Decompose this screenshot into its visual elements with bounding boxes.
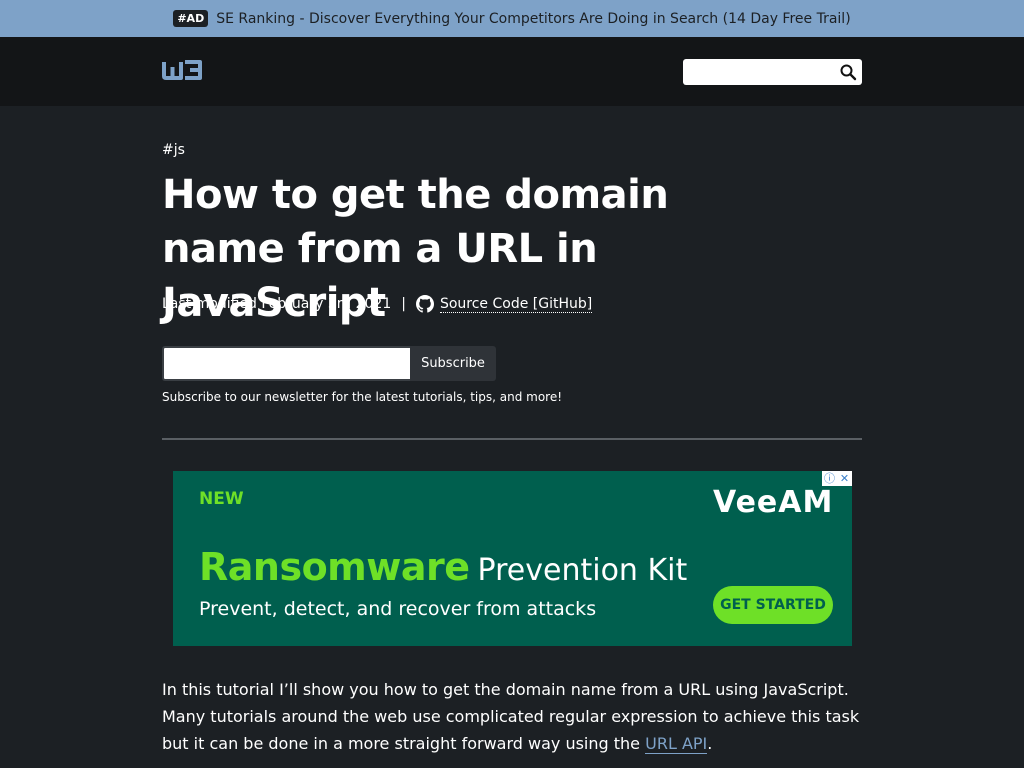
subscribe-button[interactable]: Subscribe [410, 346, 496, 381]
search-box [683, 59, 862, 85]
ad-new-badge: NEW [199, 489, 244, 509]
github-icon [415, 295, 434, 313]
ad-tag-badge: #AD [173, 10, 209, 27]
ad-close-icon[interactable]: ✕ [837, 471, 852, 486]
newsletter-email-input[interactable] [162, 346, 410, 381]
ad-headline-accent: Ransomware [199, 545, 470, 589]
w3-logo-icon[interactable] [162, 59, 204, 81]
ad-get-started-button[interactable]: GET STARTED [713, 586, 833, 624]
divider [162, 438, 862, 440]
ad-headline: Ransomware Prevention Kit [199, 545, 687, 589]
article-meta: Last modified February 3rd 2021 | Source… [162, 294, 593, 314]
ad-corner-controls: ⓘ ✕ [822, 471, 852, 486]
intro-paragraph: In this tutorial I’ll show you how to ge… [162, 676, 862, 757]
newsletter-note: Subscribe to our newsletter for the late… [162, 390, 563, 404]
url-api-link[interactable]: URL API [645, 734, 708, 754]
meta-separator: | [401, 296, 406, 312]
search-icon[interactable] [839, 63, 857, 81]
intro-text: In this tutorial I’ll show you how to ge… [162, 680, 860, 753]
site-header [0, 37, 1024, 106]
ad-headline-rest: Prevention Kit [477, 553, 688, 588]
intro-text-end: . [707, 734, 713, 753]
newsletter-form: Subscribe [162, 346, 496, 381]
last-modified-date: Last modified February 3rd 2021 [162, 296, 392, 312]
ad-subline: Prevent, detect, and recover from attack… [199, 598, 597, 620]
ad-brand-logo: VeeAM [713, 485, 834, 520]
ad-bar[interactable]: #AD SE Ranking - Discover Everything You… [0, 0, 1024, 37]
ad-info-icon[interactable]: ⓘ [822, 471, 837, 486]
source-code-link[interactable]: Source Code [GitHub] [439, 296, 593, 313]
ad-bar-link[interactable]: SE Ranking - Discover Everything Your Co… [216, 11, 850, 27]
search-input[interactable] [683, 59, 833, 85]
article-tag-link[interactable]: #js [162, 142, 185, 158]
ad-banner[interactable]: ⓘ ✕ NEW VeeAM Ransomware Prevention Kit P… [173, 471, 852, 646]
